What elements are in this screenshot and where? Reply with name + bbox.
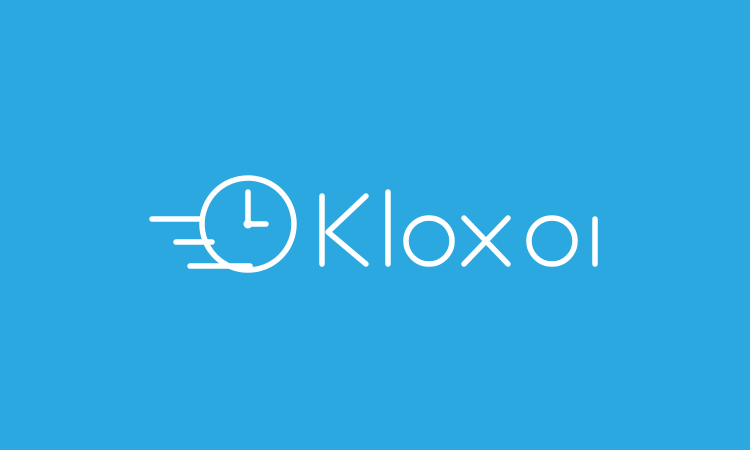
- letter-o: [403, 215, 455, 267]
- clock-center-dot: [243, 219, 253, 229]
- letter-k-arms: [325, 193, 369, 267]
- letter-a-bowl: [526, 215, 578, 267]
- speeding-clock-icon: [148, 168, 304, 280]
- clock-strokes: [149, 175, 297, 273]
- speeding-clock-graphic: [149, 175, 297, 273]
- wordmark-strokes: [319, 189, 598, 267]
- wordmark-graphic: [319, 189, 598, 267]
- brand-wordmark: Kloxa: [316, 188, 606, 268]
- brand-canvas: Kloxa: [0, 0, 750, 450]
- brand-name: Kloxa: [316, 268, 317, 269]
